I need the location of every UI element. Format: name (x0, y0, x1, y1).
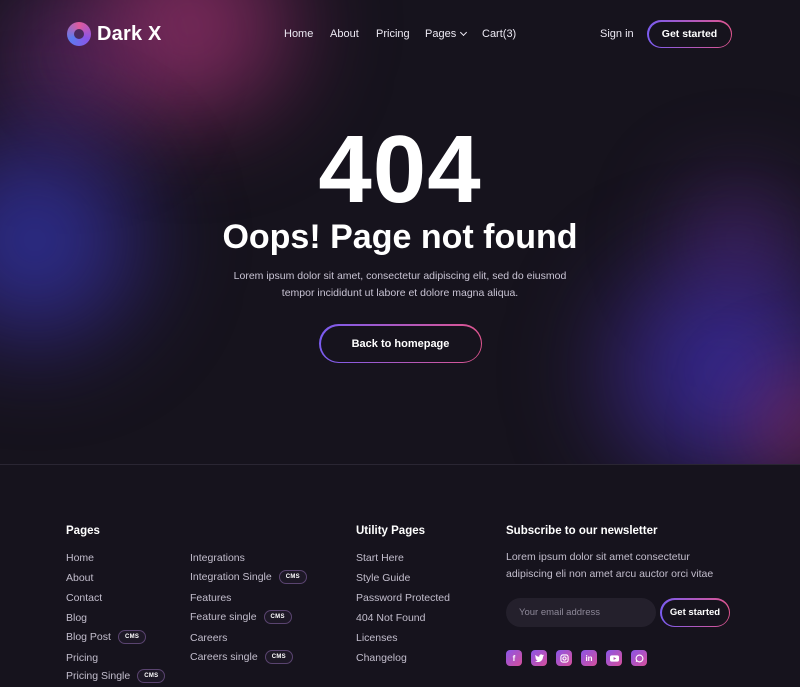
page-title: Oops! Page not found (222, 218, 578, 256)
footer-link-careers-single[interactable]: Careers single CMS (190, 650, 293, 664)
footer-link-licenses[interactable]: Licenses (356, 632, 397, 644)
brand-logo[interactable]: Dark X (67, 22, 162, 46)
footer-link-integrations[interactable]: Integrations (190, 552, 245, 564)
footer-link-404[interactable]: 404 Not Found (356, 612, 425, 624)
footer-link-features[interactable]: Features (190, 592, 231, 604)
nav-link-cart[interactable]: Cart(3) (482, 28, 516, 40)
top-nav: Dark X Home About Pricing Pages Cart(3) … (0, 0, 800, 70)
cms-badge: CMS (137, 669, 166, 683)
cms-badge: CMS (264, 650, 293, 664)
footer-link-style-guide[interactable]: Style Guide (356, 572, 410, 584)
nav-link-pricing[interactable]: Pricing (376, 28, 410, 40)
footer-pages-heading: Pages (66, 525, 100, 537)
footer-link-label: Careers (190, 632, 228, 644)
nav-link-pages-label: Pages (425, 28, 457, 40)
nav-link-pages[interactable]: Pages (425, 28, 468, 40)
back-to-homepage-button[interactable]: Back to homepage (319, 324, 482, 363)
cms-badge: CMS (263, 610, 292, 624)
footer-link-about[interactable]: About (66, 572, 93, 584)
footer-link-label: Pricing Single (66, 670, 131, 682)
email-field[interactable] (506, 598, 656, 627)
footer-link-integration-single[interactable]: Integration Single CMS (190, 570, 307, 584)
footer-link-label: Features (190, 592, 232, 604)
newsletter-description: Lorem ipsum dolor sit amet consectetur a… (506, 551, 714, 580)
nav-link-home[interactable]: Home (284, 28, 313, 40)
footer-link-label: Home (66, 552, 95, 564)
footer-link-label: Integrations (190, 552, 245, 564)
footer-link-label: Contact (66, 592, 103, 604)
footer-link-home[interactable]: Home (66, 552, 94, 564)
footer-link-password-protected[interactable]: Password Protected (356, 592, 450, 604)
subscribe-button[interactable]: Get started (660, 598, 730, 627)
newsletter-heading: Subscribe to our newsletter (506, 525, 658, 537)
cms-badge: CMS (117, 630, 147, 644)
whatsapp-icon[interactable] (631, 650, 647, 666)
brand-name: Dark X (97, 22, 162, 45)
sign-in-link[interactable]: Sign in (600, 28, 634, 40)
get-started-label: Get started (648, 21, 731, 47)
footer-link-label: Blog (66, 612, 88, 624)
footer-link-label: Feature single (190, 611, 257, 623)
footer-link-pricing[interactable]: Pricing (66, 652, 98, 664)
footer-link-label: Integration Single (190, 571, 272, 583)
footer-link-blog-post[interactable]: Blog Post CMS (66, 630, 147, 644)
footer-link-feature-single[interactable]: Feature single CMS (190, 610, 292, 624)
back-to-homepage-label: Back to homepage (320, 325, 481, 362)
hero-description: Lorem ipsum dolor sit amet, consectetur … (233, 270, 567, 299)
footer-utility-heading: Utility Pages (356, 525, 426, 537)
get-started-button[interactable]: Get started (647, 20, 732, 48)
footer-link-label: About (66, 572, 94, 584)
footer-link-label: Careers single (190, 651, 258, 663)
youtube-icon[interactable] (606, 650, 622, 666)
section-divider (0, 464, 800, 465)
twitter-icon[interactable] (531, 650, 547, 666)
footer-link-label: Blog Post (66, 631, 111, 643)
footer-link-careers[interactable]: Careers (190, 632, 227, 644)
footer-link-contact[interactable]: Contact (66, 592, 102, 604)
footer-link-changelog[interactable]: Changelog (356, 652, 407, 664)
logo-icon (67, 22, 91, 46)
footer-link-start-here[interactable]: Start Here (356, 552, 404, 564)
facebook-icon[interactable]: f (506, 650, 522, 666)
subscribe-button-label: Get started (661, 599, 729, 626)
error-code: 404 (318, 116, 482, 223)
footer-link-blog[interactable]: Blog (66, 612, 87, 624)
chevron-down-icon (460, 28, 468, 37)
nav-link-about[interactable]: About (330, 28, 359, 40)
social-links: f in (506, 650, 647, 666)
instagram-icon[interactable] (556, 650, 572, 666)
cms-badge: CMS (278, 570, 307, 584)
footer-link-label: Pricing (66, 652, 99, 664)
linkedin-icon[interactable]: in (581, 650, 597, 666)
footer-link-pricing-single[interactable]: Pricing Single CMS (66, 669, 166, 683)
